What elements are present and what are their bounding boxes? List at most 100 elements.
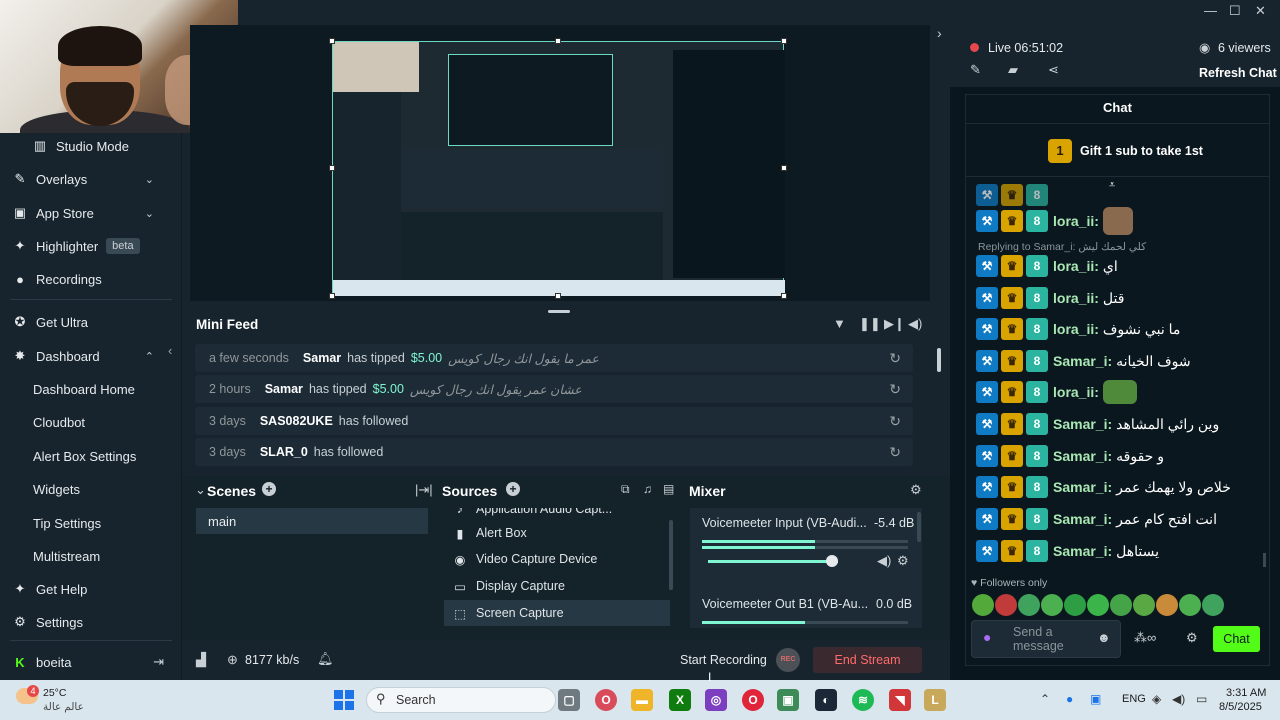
start-recording-button[interactable]: Start Recording: [680, 653, 767, 667]
emote-icon[interactable]: [1041, 594, 1063, 616]
sidebar-item-recordings[interactable]: ● Recordings: [0, 264, 182, 294]
volume-tray-icon[interactable]: ◀): [1172, 692, 1185, 706]
replay-icon[interactable]: ↻: [889, 413, 901, 430]
bell-icon[interactable]: 🔔︎: [317, 651, 334, 667]
chat-username[interactable]: lora_ii:: [1053, 290, 1099, 306]
video-icon[interactable]: ▰: [1008, 62, 1018, 78]
windows-start-icon[interactable]: [334, 690, 354, 710]
filter-icon[interactable]: ▼: [833, 316, 846, 331]
panel-resize-grip[interactable]: [548, 310, 570, 313]
chat-username[interactable]: Samar_i:: [1053, 479, 1112, 495]
tray-mic-icon[interactable]: ●: [1066, 692, 1073, 706]
edit-icon[interactable]: ✎: [970, 62, 981, 78]
mixer-scrollbar[interactable]: [917, 512, 921, 542]
chat-scrollbar[interactable]: [1263, 553, 1266, 567]
chat-username[interactable]: Samar_i:: [1053, 511, 1112, 527]
chat-username[interactable]: Samar_i:: [1053, 353, 1112, 369]
emote-icon[interactable]: [1110, 594, 1132, 616]
task-view-icon[interactable]: ▢: [558, 689, 580, 711]
chat-username[interactable]: lora_ii:: [1053, 321, 1099, 337]
emote-icon[interactable]: [995, 594, 1017, 616]
sidebar-item-get-ultra[interactable]: ✪ Get Ultra: [0, 307, 182, 337]
emote-icon[interactable]: [1179, 594, 1201, 616]
gear-icon[interactable]: ⚙: [1186, 630, 1198, 646]
feed-scrollbar[interactable]: [937, 348, 941, 372]
league-icon[interactable]: L: [924, 689, 946, 711]
tray-app-icon[interactable]: ▣: [1090, 692, 1101, 706]
language-indicator[interactable]: ENG: [1122, 693, 1146, 705]
scene-transition-icon[interactable]: |⇥|: [415, 482, 433, 498]
source-item[interactable]: ▭ Display Capture: [444, 573, 670, 599]
opera-icon[interactable]: O: [742, 689, 764, 711]
sidebar-item-app-store[interactable]: ▣ App Store ⌄: [0, 198, 182, 228]
sidebar-item-alert-box-settings[interactable]: Alert Box Settings: [0, 441, 182, 471]
steam-icon[interactable]: ◐: [815, 689, 837, 711]
replay-icon[interactable]: ↻: [889, 350, 901, 367]
chevron-down-icon[interactable]: ⌄: [195, 482, 206, 498]
rec-button[interactable]: REC: [776, 648, 800, 672]
sources-scrollbar[interactable]: [669, 520, 673, 590]
performance-icon[interactable]: ▟: [196, 652, 206, 668]
resize-handle[interactable]: [555, 38, 561, 44]
riot-icon[interactable]: ◥: [889, 689, 911, 711]
sidebar-item-cloudbot[interactable]: Cloudbot: [0, 407, 182, 437]
skip-icon[interactable]: ▶❙: [884, 316, 905, 332]
emoji-icon[interactable]: ☻: [1097, 630, 1111, 645]
emote-icon[interactable]: [1018, 594, 1040, 616]
gift-leaderboard-text[interactable]: Gift 1 sub to take 1st: [1080, 144, 1203, 158]
source-folder-icon[interactable]: ▤: [663, 482, 674, 496]
gear-icon[interactable]: ⚙: [897, 553, 909, 569]
emote-icon[interactable]: [1156, 594, 1178, 616]
source-audio-icon[interactable]: ♫: [643, 482, 652, 496]
share-icon[interactable]: ⋖: [1048, 62, 1059, 78]
sidebar-item-highlighter[interactable]: ✦ Highlighter beta: [0, 231, 182, 261]
resize-handle[interactable]: [329, 293, 335, 299]
resize-handle[interactable]: [781, 293, 787, 299]
clock-time[interactable]: 3:31 AM: [1226, 687, 1266, 699]
microphone-icon[interactable]: ●: [983, 629, 991, 645]
chat-username[interactable]: Samar_i:: [1053, 543, 1112, 559]
resize-handle[interactable]: [329, 38, 335, 44]
chat-username[interactable]: Samar_i:: [1053, 416, 1112, 432]
close-button[interactable]: ✕: [1255, 3, 1266, 19]
pause-icon[interactable]: ❚❚: [859, 316, 881, 332]
sidebar-item-multistream[interactable]: Multistream: [0, 541, 182, 571]
chat-username[interactable]: lora_ii:: [1053, 384, 1099, 400]
tray-overflow-icon[interactable]: ⌃: [1040, 692, 1050, 706]
opera-gx-icon[interactable]: O: [595, 689, 617, 711]
sidebar-user[interactable]: K boeita ⇥: [0, 647, 182, 677]
emote-icon[interactable]: [972, 594, 994, 616]
scene-item[interactable]: main: [196, 508, 428, 534]
network-icon[interactable]: ◈: [1152, 692, 1161, 706]
volume-slider-track[interactable]: [708, 560, 838, 563]
resize-handle[interactable]: [781, 165, 787, 171]
resize-handle[interactable]: [781, 38, 787, 44]
xbox-icon[interactable]: X: [669, 689, 691, 711]
replay-icon[interactable]: ↻: [889, 381, 901, 398]
sidebar-item-overlays[interactable]: ✎ Overlays ⌄: [0, 164, 182, 194]
file-explorer-icon[interactable]: ▬: [631, 689, 653, 711]
chat-username[interactable]: lora_ii:: [1053, 213, 1099, 229]
chat-username[interactable]: lora_ii:: [1053, 258, 1099, 274]
collapse-sidebar-icon[interactable]: ‹: [168, 343, 172, 358]
emote-icon[interactable]: [1087, 594, 1109, 616]
add-source-icon[interactable]: +: [506, 482, 520, 496]
stream-preview[interactable]: [332, 41, 785, 296]
battery-icon[interactable]: ▭: [1196, 692, 1207, 706]
clock-date[interactable]: 8/5/2025: [1219, 701, 1262, 713]
sidebar-item-studio-mode[interactable]: ▥ Studio Mode: [0, 131, 182, 161]
sidebar-item-dashboard-home[interactable]: Dashboard Home: [0, 374, 182, 404]
chat-username[interactable]: Samar_i:: [1053, 448, 1112, 464]
maximize-button[interactable]: ☐: [1229, 3, 1241, 19]
gear-icon[interactable]: ⚙: [910, 482, 922, 498]
volume-slider-thumb[interactable]: [826, 555, 838, 567]
emote-icon[interactable]: [1133, 594, 1155, 616]
refresh-chat-button[interactable]: Refresh Chat: [1199, 66, 1277, 80]
sidebar-item-dashboard[interactable]: ✸ Dashboard ⌃: [0, 341, 182, 371]
minimize-button[interactable]: —: [1204, 3, 1217, 18]
sidebar-item-settings[interactable]: ⚙ Settings: [0, 607, 182, 637]
taskbar-search[interactable]: [366, 687, 556, 713]
sidebar-item-tip-settings[interactable]: Tip Settings: [0, 508, 182, 538]
source-item[interactable]: ◉ Video Capture Device: [444, 546, 670, 572]
streamlabs-icon[interactable]: ▣: [777, 689, 799, 711]
